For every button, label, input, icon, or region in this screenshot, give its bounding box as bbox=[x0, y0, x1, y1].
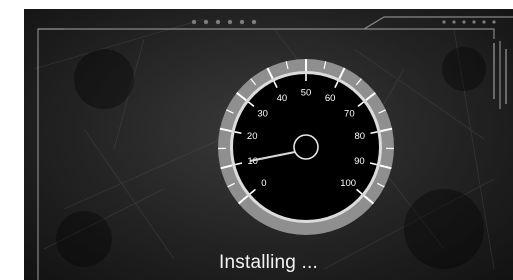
gauge-label-0: 0 bbox=[261, 178, 266, 189]
gauge-label-60: 60 bbox=[325, 93, 336, 104]
gauge-label-80: 80 bbox=[355, 131, 366, 142]
gauge-label-20: 20 bbox=[247, 131, 258, 142]
gauge-label-30: 30 bbox=[257, 109, 268, 120]
gauge-label-70: 70 bbox=[344, 109, 355, 120]
gauge-label-100: 100 bbox=[340, 178, 356, 189]
gauge-label-50: 50 bbox=[301, 88, 312, 99]
status-text: Installing ... bbox=[219, 252, 318, 273]
installer-window: 0102030405060708090100 Installing ... bbox=[24, 9, 513, 280]
progress-gauge: 0102030405060708090100 bbox=[218, 59, 394, 235]
gauge-label-40: 40 bbox=[277, 93, 288, 104]
gauge-label-90: 90 bbox=[354, 156, 365, 167]
